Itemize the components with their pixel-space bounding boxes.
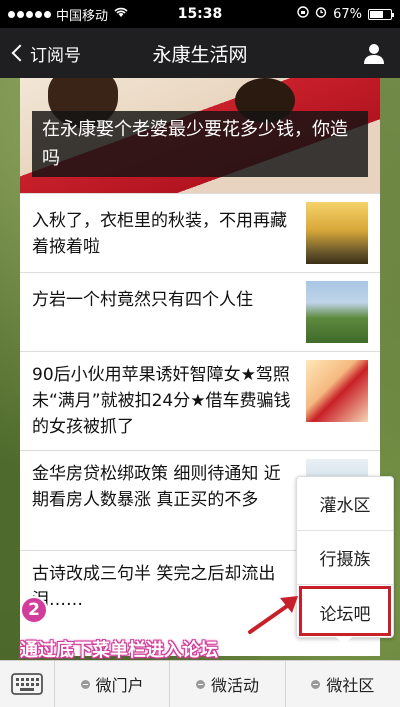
article-title: 方岩一个村竟然只有四个人住 <box>32 290 253 310</box>
battery-icon <box>368 8 394 20</box>
article-item[interactable]: 方岩一个村竟然只有四个人住 <box>20 272 380 351</box>
menu-dot-icon <box>80 679 90 689</box>
article-item[interactable]: 90后小伙用苹果诱奸智障女★驾照未“满月”就被扣24分★借车费骗钱的女孩被抓了 <box>20 351 380 450</box>
back-button[interactable]: 订阅号 <box>0 28 81 78</box>
tab-wei-portal[interactable]: 微门户 <box>55 661 171 707</box>
bottom-menu-bar: 微门户 微活动 微社区 <box>0 660 400 707</box>
article-thumbnail <box>306 202 368 264</box>
article-title: 古诗改成三句半 笑完之后却流出泪…… <box>32 564 276 610</box>
tab-label: 微社区 <box>326 676 375 695</box>
navigation-bar: 订阅号 永康生活网 <box>0 28 400 78</box>
submenu-item-forum[interactable]: 论坛吧 <box>297 585 393 639</box>
alarm-icon <box>315 6 327 22</box>
back-button-label: 订阅号 <box>30 45 81 66</box>
article-title: 入秋了，衣柜里的秋装，不用再藏着掖着啦 <box>32 211 287 257</box>
battery-percent: 67% <box>333 6 362 22</box>
tab-label: 微活动 <box>210 676 259 695</box>
tab-wei-community[interactable]: 微社区 <box>286 661 400 707</box>
article-item[interactable]: 入秋了，衣柜里的秋装，不用再藏着掖着啦 <box>20 193 380 272</box>
article-thumbnail <box>306 281 368 343</box>
chevron-left-icon <box>11 44 29 62</box>
hero-caption: 在永康娶个老婆最少要花多少钱，你造吗 <box>32 111 368 177</box>
rotation-lock-icon <box>297 6 309 22</box>
community-submenu: 灌水区 行摄族 论坛吧 <box>296 476 394 638</box>
profile-icon[interactable] <box>362 41 386 65</box>
tab-wei-activity[interactable]: 微活动 <box>170 661 286 707</box>
wifi-icon <box>114 7 128 22</box>
tab-label: 微门户 <box>95 676 144 695</box>
menu-dot-icon <box>195 679 205 689</box>
article-thumbnail <box>306 360 368 422</box>
menu-dot-icon <box>311 679 321 689</box>
signal-strength-icon <box>8 10 51 18</box>
hero-article[interactable]: 在永康娶个老婆最少要花多少钱，你造吗 <box>20 78 380 193</box>
status-bar: 中国移动 15:38 67% <box>0 0 400 28</box>
carrier-name: 中国移动 <box>56 8 109 24</box>
submenu-item-guanshui[interactable]: 灌水区 <box>297 477 393 531</box>
article-title: 金华房贷松绑政策 细则待通知 近期看房人数暴涨 真正买的不多 <box>32 464 281 510</box>
keyboard-toggle-button[interactable] <box>0 661 55 707</box>
step-number-badge: 2 <box>20 596 48 624</box>
keyboard-icon <box>11 673 43 695</box>
submenu-caret <box>336 637 352 645</box>
submenu-item-xingshe[interactable]: 行摄族 <box>297 531 393 585</box>
article-title: 90后小伙用苹果诱奸智障女★驾照未“满月”就被扣24分★借车费骗钱的女孩被抓了 <box>32 365 291 437</box>
instruction-text: 通过底下菜单栏进入论坛 <box>20 640 218 661</box>
battery-level <box>370 10 384 18</box>
